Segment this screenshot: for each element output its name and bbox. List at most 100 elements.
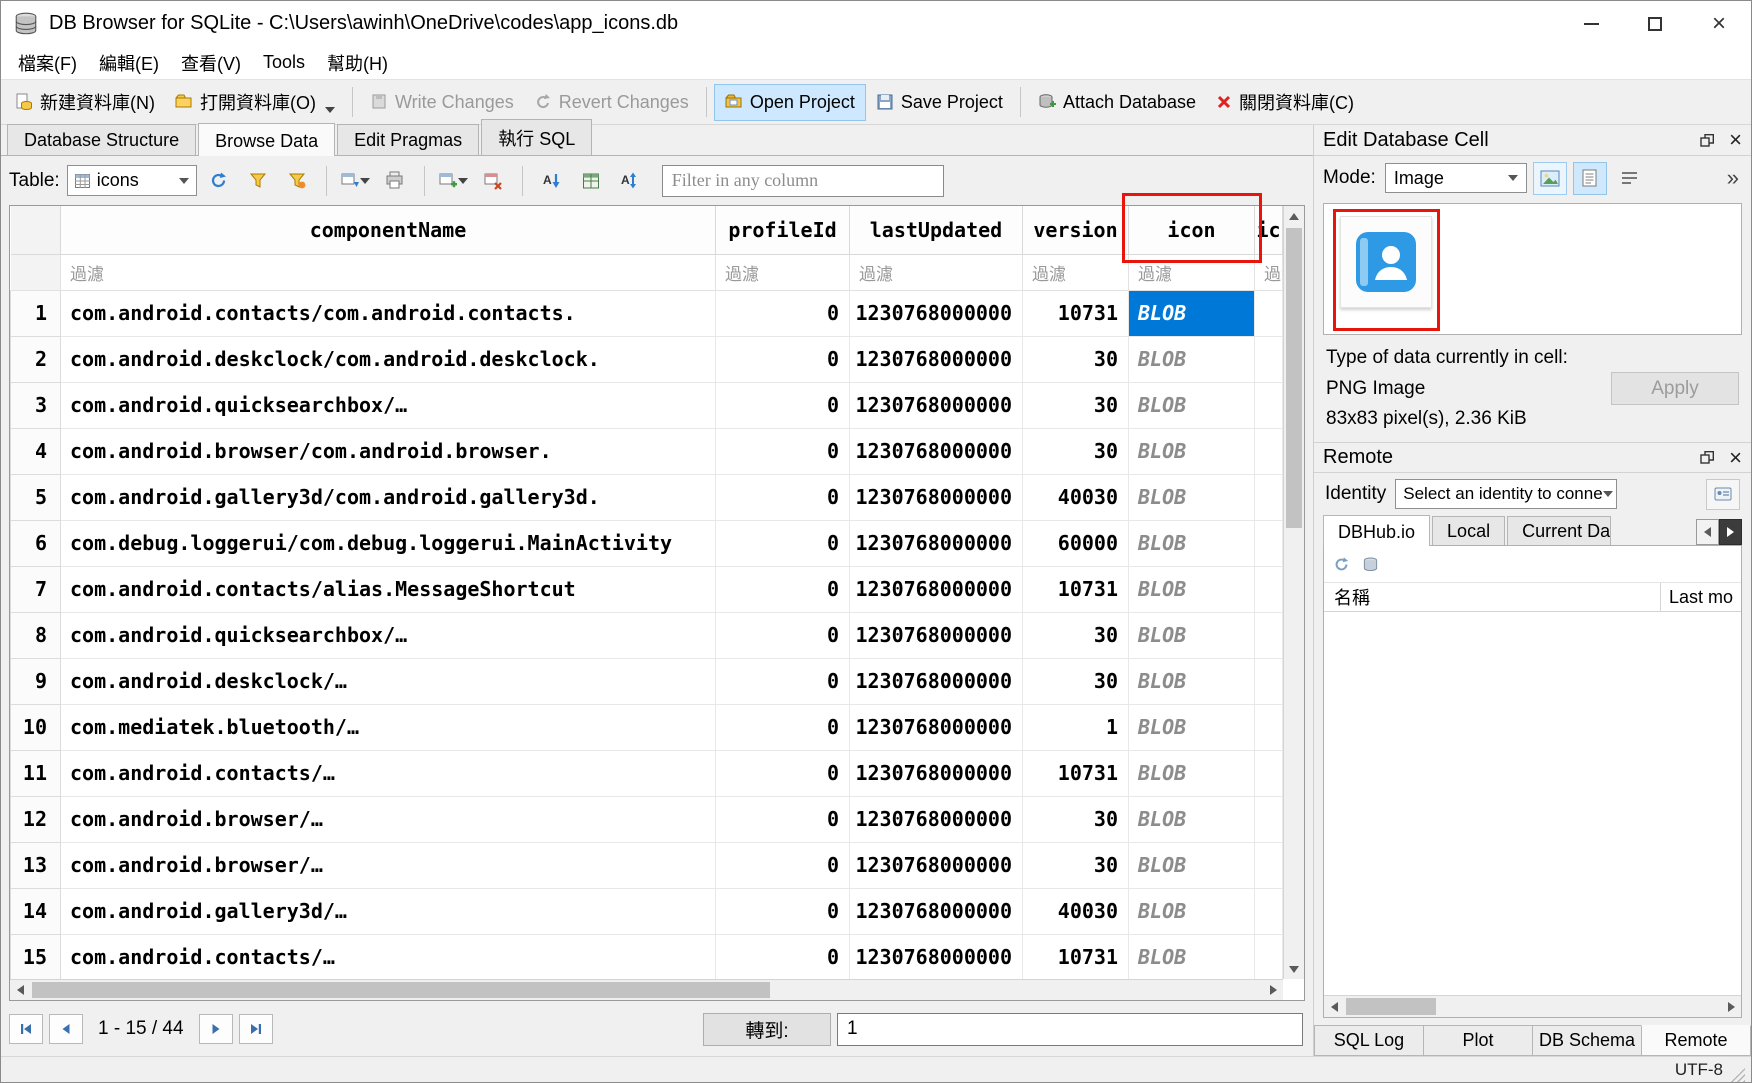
delete-record-button[interactable] — [476, 164, 510, 197]
vertical-scrollbar-thumb[interactable] — [1286, 228, 1302, 528]
identity-settings-button[interactable] — [1706, 479, 1740, 510]
open-database-dropdown-icon[interactable] — [325, 107, 335, 113]
tab-plot[interactable]: Plot — [1423, 1025, 1532, 1056]
refresh-button[interactable] — [202, 164, 236, 197]
menu-help[interactable]: 幫助(H) — [316, 46, 399, 80]
insert-record-button[interactable] — [437, 164, 471, 197]
row-number[interactable]: 14 — [11, 888, 61, 934]
float-panel-icon[interactable] — [1700, 450, 1715, 465]
cell-profileId[interactable]: 0 — [716, 842, 850, 888]
text-mode-button[interactable] — [1573, 162, 1607, 195]
cell-extra[interactable] — [1255, 934, 1283, 979]
cell-lastUpdated[interactable]: 1230768000000 — [850, 888, 1023, 934]
cell-lastUpdated[interactable]: 1230768000000 — [850, 658, 1023, 704]
word-wrap-button[interactable] — [1613, 162, 1647, 195]
tab-scroll-left-icon[interactable] — [1696, 519, 1719, 545]
remote-name-column-header[interactable]: 名稱 — [1324, 583, 1661, 611]
row-number[interactable]: 8 — [11, 612, 61, 658]
remote-modified-column-header[interactable]: Last mo — [1661, 583, 1741, 611]
cell-version[interactable]: 30 — [1023, 658, 1129, 704]
next-page-button[interactable] — [199, 1014, 233, 1044]
cell-componentName[interactable]: com.mediatek.bluetooth/… — [61, 704, 716, 750]
vertical-scrollbar[interactable] — [1283, 206, 1304, 979]
cell-icon[interactable]: BLOB — [1129, 658, 1255, 704]
tab-database-structure[interactable]: Database Structure — [7, 124, 196, 155]
cell-componentName[interactable]: com.android.deskclock/com.android.deskcl… — [61, 336, 716, 382]
remote-scrollbar-thumb[interactable] — [1346, 998, 1436, 1015]
column-filter-input[interactable]: 過濾 — [850, 254, 1023, 290]
cell-icon[interactable]: BLOB — [1129, 842, 1255, 888]
cell-lastUpdated[interactable]: 1230768000000 — [850, 750, 1023, 796]
insert-record-dropdown-icon[interactable] — [458, 178, 468, 184]
cell-icon[interactable]: BLOB — [1129, 290, 1255, 336]
cell-profileId[interactable]: 0 — [716, 704, 850, 750]
column-header-lastUpdated[interactable]: lastUpdated — [850, 206, 1023, 254]
row-number[interactable]: 13 — [11, 842, 61, 888]
previous-page-button[interactable] — [49, 1014, 83, 1044]
cell-componentName[interactable]: com.android.contacts/… — [61, 934, 716, 979]
cell-icon[interactable]: BLOB — [1129, 382, 1255, 428]
cell-extra[interactable] — [1255, 474, 1283, 520]
scroll-left-icon[interactable] — [1324, 996, 1344, 1017]
sort-asc-button[interactable]: A — [535, 164, 569, 197]
remote-horizontal-scrollbar[interactable] — [1324, 995, 1741, 1017]
table-columns-button[interactable] — [574, 164, 608, 197]
cell-version[interactable]: 30 — [1023, 382, 1129, 428]
cell-componentName[interactable]: com.android.contacts/com.android.contact… — [61, 290, 716, 336]
horizontal-scrollbar-thumb[interactable] — [32, 982, 770, 998]
row-number[interactable]: 1 — [11, 290, 61, 336]
resize-grip[interactable] — [1731, 1068, 1745, 1082]
cell-lastUpdated[interactable]: 1230768000000 — [850, 428, 1023, 474]
cell-profileId[interactable]: 0 — [716, 474, 850, 520]
column-filter-input[interactable]: 過濾 — [61, 254, 716, 290]
menu-edit[interactable]: 編輯(E) — [88, 46, 170, 80]
cell-componentName[interactable]: com.android.browser/… — [61, 796, 716, 842]
cell-icon[interactable]: BLOB — [1129, 474, 1255, 520]
write-changes-button[interactable]: Write Changes — [360, 85, 524, 120]
row-number[interactable]: 10 — [11, 704, 61, 750]
revert-changes-button[interactable]: Revert Changes — [524, 85, 699, 120]
new-database-button[interactable]: 新建資料庫(N) — [5, 82, 165, 122]
cell-extra[interactable] — [1255, 382, 1283, 428]
cell-version[interactable]: 10731 — [1023, 290, 1129, 336]
cell-profileId[interactable]: 0 — [716, 336, 850, 382]
cell-componentName[interactable]: com.android.gallery3d/com.android.galler… — [61, 474, 716, 520]
remote-clone-database-icon[interactable] — [1362, 556, 1379, 573]
close-database-button[interactable]: 關閉資料庫(C) — [1206, 82, 1364, 122]
column-header-componentName[interactable]: componentName — [61, 206, 716, 254]
cell-profileId[interactable]: 0 — [716, 566, 850, 612]
close-button[interactable]: × — [1687, 1, 1751, 46]
cell-profileId[interactable]: 0 — [716, 934, 850, 979]
cell-lastUpdated[interactable]: 1230768000000 — [850, 704, 1023, 750]
close-panel-icon[interactable]: × — [1729, 447, 1742, 469]
float-panel-icon[interactable] — [1700, 133, 1715, 148]
row-number[interactable]: 5 — [11, 474, 61, 520]
row-number[interactable]: 11 — [11, 750, 61, 796]
cell-version[interactable]: 30 — [1023, 336, 1129, 382]
cell-icon[interactable]: BLOB — [1129, 704, 1255, 750]
cell-version[interactable]: 1 — [1023, 704, 1129, 750]
cell-icon[interactable]: BLOB — [1129, 612, 1255, 658]
tab-local[interactable]: Local — [1432, 516, 1505, 545]
cell-version[interactable]: 30 — [1023, 842, 1129, 888]
cell-icon[interactable]: BLOB — [1129, 428, 1255, 474]
more-tools-icon[interactable]: » — [1727, 165, 1742, 191]
last-record-button[interactable] — [239, 1014, 273, 1044]
menu-view[interactable]: 查看(V) — [170, 46, 252, 80]
column-header-icon[interactable]: icon — [1129, 206, 1255, 254]
remote-refresh-icon[interactable] — [1333, 556, 1350, 573]
cell-componentName[interactable]: com.android.contacts/alias.MessageShortc… — [61, 566, 716, 612]
cell-version[interactable]: 10731 — [1023, 750, 1129, 796]
cell-lastUpdated[interactable]: 1230768000000 — [850, 566, 1023, 612]
scroll-down-icon[interactable] — [1284, 959, 1304, 979]
cell-extra[interactable] — [1255, 750, 1283, 796]
column-filter-input[interactable]: 過濾 — [1023, 254, 1129, 290]
open-project-button[interactable]: Open Project — [714, 84, 866, 121]
tab-db-schema[interactable]: DB Schema — [1532, 1025, 1641, 1056]
column-filter-input[interactable]: 過濾 — [1129, 254, 1255, 290]
row-number[interactable]: 12 — [11, 796, 61, 842]
goto-record-input[interactable] — [837, 1013, 1303, 1046]
row-number[interactable]: 15 — [11, 934, 61, 979]
tab-sql-log[interactable]: SQL Log — [1314, 1025, 1423, 1056]
table-select[interactable]: icons — [67, 165, 197, 196]
